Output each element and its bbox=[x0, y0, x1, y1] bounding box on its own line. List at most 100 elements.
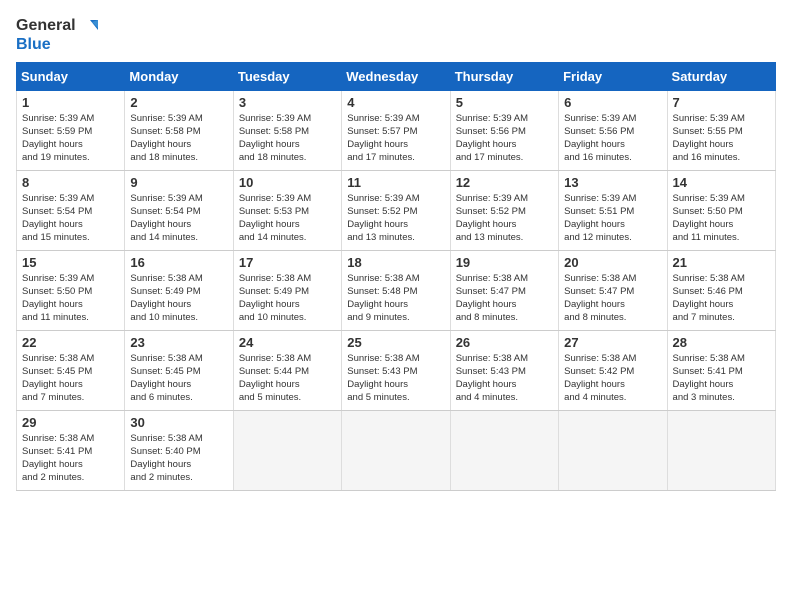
day-info: Sunrise: 5:38 AM Sunset: 5:43 PM Dayligh… bbox=[456, 352, 553, 405]
weekday-header-tuesday: Tuesday bbox=[233, 62, 341, 90]
day-number: 29 bbox=[22, 415, 119, 430]
day-cell-27: 27 Sunrise: 5:38 AM Sunset: 5:42 PM Dayl… bbox=[559, 330, 667, 410]
day-cell-6: 6 Sunrise: 5:39 AM Sunset: 5:56 PM Dayli… bbox=[559, 90, 667, 170]
day-cell-4: 4 Sunrise: 5:39 AM Sunset: 5:57 PM Dayli… bbox=[342, 90, 450, 170]
day-info: Sunrise: 5:38 AM Sunset: 5:43 PM Dayligh… bbox=[347, 352, 444, 405]
weekday-header-friday: Friday bbox=[559, 62, 667, 90]
day-number: 22 bbox=[22, 335, 119, 350]
day-number: 19 bbox=[456, 255, 553, 270]
day-number: 5 bbox=[456, 95, 553, 110]
day-info: Sunrise: 5:39 AM Sunset: 5:50 PM Dayligh… bbox=[22, 272, 119, 325]
day-cell-22: 22 Sunrise: 5:38 AM Sunset: 5:45 PM Dayl… bbox=[17, 330, 125, 410]
day-info: Sunrise: 5:38 AM Sunset: 5:49 PM Dayligh… bbox=[239, 272, 336, 325]
week-row-4: 22 Sunrise: 5:38 AM Sunset: 5:45 PM Dayl… bbox=[17, 330, 776, 410]
day-info: Sunrise: 5:38 AM Sunset: 5:45 PM Dayligh… bbox=[22, 352, 119, 405]
day-info: Sunrise: 5:39 AM Sunset: 5:50 PM Dayligh… bbox=[673, 192, 770, 245]
day-info: Sunrise: 5:38 AM Sunset: 5:46 PM Dayligh… bbox=[673, 272, 770, 325]
day-number: 4 bbox=[347, 95, 444, 110]
day-info: Sunrise: 5:38 AM Sunset: 5:44 PM Dayligh… bbox=[239, 352, 336, 405]
logo-bird-icon bbox=[78, 16, 98, 36]
day-number: 13 bbox=[564, 175, 661, 190]
day-cell-30: 30 Sunrise: 5:38 AM Sunset: 5:40 PM Dayl… bbox=[125, 410, 233, 490]
day-info: Sunrise: 5:39 AM Sunset: 5:59 PM Dayligh… bbox=[22, 112, 119, 165]
day-number: 15 bbox=[22, 255, 119, 270]
week-row-5: 29 Sunrise: 5:38 AM Sunset: 5:41 PM Dayl… bbox=[17, 410, 776, 490]
day-number: 7 bbox=[673, 95, 770, 110]
day-info: Sunrise: 5:39 AM Sunset: 5:52 PM Dayligh… bbox=[347, 192, 444, 245]
day-info: Sunrise: 5:38 AM Sunset: 5:41 PM Dayligh… bbox=[22, 432, 119, 485]
day-info: Sunrise: 5:39 AM Sunset: 5:56 PM Dayligh… bbox=[564, 112, 661, 165]
weekday-header-thursday: Thursday bbox=[450, 62, 558, 90]
day-cell-17: 17 Sunrise: 5:38 AM Sunset: 5:49 PM Dayl… bbox=[233, 250, 341, 330]
day-cell-16: 16 Sunrise: 5:38 AM Sunset: 5:49 PM Dayl… bbox=[125, 250, 233, 330]
day-cell-12: 12 Sunrise: 5:39 AM Sunset: 5:52 PM Dayl… bbox=[450, 170, 558, 250]
day-info: Sunrise: 5:38 AM Sunset: 5:47 PM Dayligh… bbox=[564, 272, 661, 325]
day-cell-3: 3 Sunrise: 5:39 AM Sunset: 5:58 PM Dayli… bbox=[233, 90, 341, 170]
logo-text-general: General bbox=[16, 17, 76, 35]
day-number: 21 bbox=[673, 255, 770, 270]
day-number: 10 bbox=[239, 175, 336, 190]
weekday-header-row: SundayMondayTuesdayWednesdayThursdayFrid… bbox=[17, 62, 776, 90]
day-cell-10: 10 Sunrise: 5:39 AM Sunset: 5:53 PM Dayl… bbox=[233, 170, 341, 250]
day-cell-15: 15 Sunrise: 5:39 AM Sunset: 5:50 PM Dayl… bbox=[17, 250, 125, 330]
page-header: General Blue bbox=[16, 16, 776, 54]
day-number: 26 bbox=[456, 335, 553, 350]
day-info: Sunrise: 5:39 AM Sunset: 5:58 PM Dayligh… bbox=[239, 112, 336, 165]
day-cell-21: 21 Sunrise: 5:38 AM Sunset: 5:46 PM Dayl… bbox=[667, 250, 775, 330]
day-number: 2 bbox=[130, 95, 227, 110]
day-number: 27 bbox=[564, 335, 661, 350]
day-cell-25: 25 Sunrise: 5:38 AM Sunset: 5:43 PM Dayl… bbox=[342, 330, 450, 410]
day-cell-7: 7 Sunrise: 5:39 AM Sunset: 5:55 PM Dayli… bbox=[667, 90, 775, 170]
empty-cell bbox=[667, 410, 775, 490]
calendar-body: 1 Sunrise: 5:39 AM Sunset: 5:59 PM Dayli… bbox=[17, 90, 776, 490]
week-row-2: 8 Sunrise: 5:39 AM Sunset: 5:54 PM Dayli… bbox=[17, 170, 776, 250]
day-number: 11 bbox=[347, 175, 444, 190]
day-cell-18: 18 Sunrise: 5:38 AM Sunset: 5:48 PM Dayl… bbox=[342, 250, 450, 330]
day-info: Sunrise: 5:39 AM Sunset: 5:51 PM Dayligh… bbox=[564, 192, 661, 245]
day-cell-23: 23 Sunrise: 5:38 AM Sunset: 5:45 PM Dayl… bbox=[125, 330, 233, 410]
day-cell-13: 13 Sunrise: 5:39 AM Sunset: 5:51 PM Dayl… bbox=[559, 170, 667, 250]
day-number: 20 bbox=[564, 255, 661, 270]
day-number: 1 bbox=[22, 95, 119, 110]
day-info: Sunrise: 5:38 AM Sunset: 5:49 PM Dayligh… bbox=[130, 272, 227, 325]
day-cell-24: 24 Sunrise: 5:38 AM Sunset: 5:44 PM Dayl… bbox=[233, 330, 341, 410]
day-number: 8 bbox=[22, 175, 119, 190]
day-number: 25 bbox=[347, 335, 444, 350]
empty-cell bbox=[233, 410, 341, 490]
weekday-header-saturday: Saturday bbox=[667, 62, 775, 90]
empty-cell bbox=[342, 410, 450, 490]
week-row-1: 1 Sunrise: 5:39 AM Sunset: 5:59 PM Dayli… bbox=[17, 90, 776, 170]
day-number: 14 bbox=[673, 175, 770, 190]
day-info: Sunrise: 5:39 AM Sunset: 5:54 PM Dayligh… bbox=[130, 192, 227, 245]
day-number: 23 bbox=[130, 335, 227, 350]
day-info: Sunrise: 5:38 AM Sunset: 5:40 PM Dayligh… bbox=[130, 432, 227, 485]
day-info: Sunrise: 5:38 AM Sunset: 5:41 PM Dayligh… bbox=[673, 352, 770, 405]
day-cell-8: 8 Sunrise: 5:39 AM Sunset: 5:54 PM Dayli… bbox=[17, 170, 125, 250]
weekday-header-monday: Monday bbox=[125, 62, 233, 90]
day-cell-9: 9 Sunrise: 5:39 AM Sunset: 5:54 PM Dayli… bbox=[125, 170, 233, 250]
day-info: Sunrise: 5:38 AM Sunset: 5:47 PM Dayligh… bbox=[456, 272, 553, 325]
day-info: Sunrise: 5:38 AM Sunset: 5:45 PM Dayligh… bbox=[130, 352, 227, 405]
day-number: 28 bbox=[673, 335, 770, 350]
day-number: 17 bbox=[239, 255, 336, 270]
day-cell-20: 20 Sunrise: 5:38 AM Sunset: 5:47 PM Dayl… bbox=[559, 250, 667, 330]
day-cell-2: 2 Sunrise: 5:39 AM Sunset: 5:58 PM Dayli… bbox=[125, 90, 233, 170]
day-info: Sunrise: 5:39 AM Sunset: 5:57 PM Dayligh… bbox=[347, 112, 444, 165]
week-row-3: 15 Sunrise: 5:39 AM Sunset: 5:50 PM Dayl… bbox=[17, 250, 776, 330]
weekday-header-sunday: Sunday bbox=[17, 62, 125, 90]
logo: General Blue bbox=[16, 16, 98, 54]
logo-container: General Blue bbox=[16, 16, 98, 54]
day-number: 12 bbox=[456, 175, 553, 190]
day-info: Sunrise: 5:39 AM Sunset: 5:52 PM Dayligh… bbox=[456, 192, 553, 245]
day-number: 16 bbox=[130, 255, 227, 270]
day-info: Sunrise: 5:39 AM Sunset: 5:56 PM Dayligh… bbox=[456, 112, 553, 165]
day-cell-1: 1 Sunrise: 5:39 AM Sunset: 5:59 PM Dayli… bbox=[17, 90, 125, 170]
day-cell-29: 29 Sunrise: 5:38 AM Sunset: 5:41 PM Dayl… bbox=[17, 410, 125, 490]
day-cell-14: 14 Sunrise: 5:39 AM Sunset: 5:50 PM Dayl… bbox=[667, 170, 775, 250]
day-number: 18 bbox=[347, 255, 444, 270]
day-number: 6 bbox=[564, 95, 661, 110]
day-number: 30 bbox=[130, 415, 227, 430]
day-number: 9 bbox=[130, 175, 227, 190]
day-cell-19: 19 Sunrise: 5:38 AM Sunset: 5:47 PM Dayl… bbox=[450, 250, 558, 330]
day-info: Sunrise: 5:38 AM Sunset: 5:48 PM Dayligh… bbox=[347, 272, 444, 325]
